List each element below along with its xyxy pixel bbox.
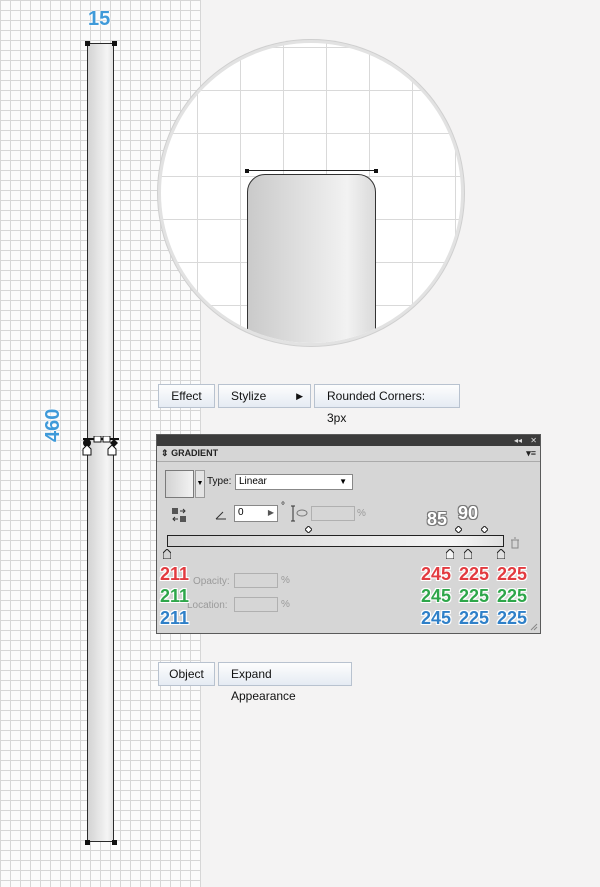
swatch-dropdown-icon[interactable]: ▼ (195, 470, 205, 498)
percent-symbol: % (357, 508, 366, 519)
location-input[interactable] (234, 597, 278, 612)
opacity-label: Opacity: (193, 576, 230, 587)
degree-symbol: ° (281, 501, 285, 512)
stop3-green-value: 225 (497, 586, 528, 606)
stop2-blue-value: 225 (459, 608, 490, 628)
left-green-value: 211 (160, 586, 190, 606)
menu-expand-appearance[interactable]: Expand Appearance (218, 662, 352, 703)
aspect-ratio-icon (291, 505, 308, 522)
panel-tab[interactable]: ⇕ GRADIENT ▾≡ (157, 446, 540, 462)
opacity-input[interactable] (234, 573, 278, 588)
stop1-blue-value: 245 (421, 608, 452, 628)
left-red-value: 211 (160, 564, 190, 584)
color-stop[interactable] (464, 549, 472, 559)
menu-stylize-label: Stylize (231, 389, 267, 403)
chevron-down-icon: ▼ (339, 477, 347, 486)
color-stop[interactable] (446, 549, 454, 559)
opacity-percent: % (281, 575, 290, 586)
menu-object[interactable]: Object (158, 662, 215, 686)
angle-value: 0 (238, 507, 244, 518)
resize-grip-icon[interactable] (530, 623, 538, 631)
panel-menu-icon[interactable]: ▾≡ (526, 446, 536, 461)
stop1-green-value: 245 (421, 586, 452, 606)
stop3-blue-value: 225 (497, 608, 528, 628)
type-label: Type: (207, 476, 232, 487)
zoom-rounded-shape (247, 174, 376, 343)
stop1-red-value: 245 (421, 564, 452, 584)
aspect-ratio-input[interactable] (311, 506, 355, 521)
type-select-value: Linear (239, 476, 267, 487)
color-stop[interactable] (497, 549, 505, 559)
menu-path-effect: Effect Stylize ▶ Rounded Corners: 3px (158, 384, 460, 425)
zoom-anchor-point (374, 169, 378, 173)
menu-stylize[interactable]: Stylize ▶ (218, 384, 311, 408)
height-dimension-label: 460 (42, 408, 64, 442)
location-annotation-85: 85 (427, 509, 448, 529)
anchor-point[interactable] (112, 840, 117, 845)
trash-icon[interactable] (510, 537, 520, 549)
stop2-green-value: 225 (459, 586, 490, 606)
gradient-panel: ◂◂ ✕ ⇕ GRADIENT ▾≡ ▼ Type: Linear ▼ 0 ▶ … (156, 434, 541, 634)
gradient-slider[interactable] (167, 535, 504, 547)
menu-path-object: Object Expand Appearance (158, 662, 352, 703)
anchor-point[interactable] (112, 41, 117, 46)
zoom-magnifier (158, 40, 464, 346)
stepper-arrow-icon: ▶ (267, 508, 274, 517)
location-percent: % (281, 599, 290, 610)
type-select[interactable]: Linear ▼ (235, 474, 353, 490)
panel-title: GRADIENT (171, 448, 219, 458)
panel-titlebar: ◂◂ ✕ (157, 435, 540, 446)
angle-icon (215, 511, 226, 520)
zoom-anchor-point (245, 169, 249, 173)
collapse-icon[interactable]: ◂◂ (514, 435, 522, 446)
stop3-red-value: 225 (497, 564, 528, 584)
close-icon[interactable]: ✕ (530, 435, 537, 446)
location-label: Location: (187, 600, 228, 611)
gradient-annotator[interactable] (80, 436, 122, 456)
chevron-right-icon: ▶ (296, 391, 303, 401)
midpoint-diamond-icon[interactable] (481, 526, 488, 533)
tab-arrows-icon: ⇕ (161, 448, 169, 458)
color-stop[interactable] (163, 549, 171, 559)
width-dimension-label: 15 (88, 8, 111, 30)
midpoint-diamond-icon[interactable] (305, 526, 312, 533)
gradient-swatch[interactable] (165, 470, 194, 498)
menu-effect[interactable]: Effect (158, 384, 215, 408)
anchor-point[interactable] (85, 41, 90, 46)
menu-rounded-corners[interactable]: Rounded Corners: 3px (314, 384, 460, 425)
midpoint-diamond-icon[interactable] (455, 526, 462, 533)
stop2-red-value: 225 (459, 564, 490, 584)
zoom-path-line (247, 170, 377, 171)
reverse-gradient-icon[interactable] (171, 507, 187, 523)
angle-input[interactable]: 0 ▶ (234, 505, 278, 522)
anchor-point[interactable] (85, 840, 90, 845)
left-blue-value: 211 (160, 608, 190, 628)
location-annotation-90: 90 (458, 503, 479, 523)
